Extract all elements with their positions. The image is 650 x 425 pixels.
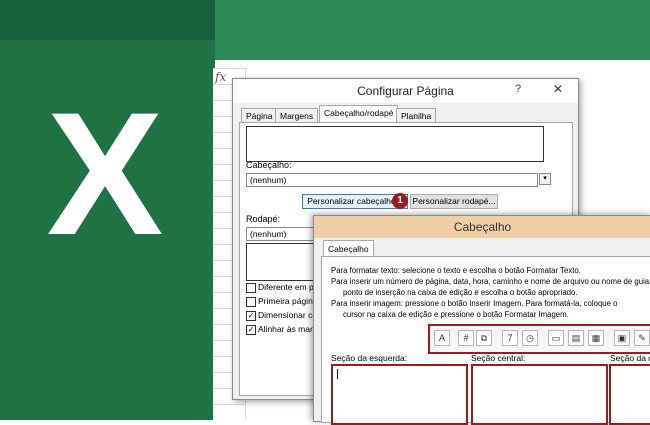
different-odd-even-checkbox[interactable] (246, 283, 256, 293)
format-text-icon[interactable]: A (434, 330, 450, 346)
header-dialog-title: Cabeçalho (453, 220, 512, 234)
left-section-input[interactable] (331, 364, 468, 425)
tab-margens[interactable]: Margens (275, 108, 319, 123)
excel-logo-x: X (46, 77, 164, 272)
instruction-line: Para inserir imagem: pressione o botão I… (331, 299, 618, 308)
date-icon[interactable]: 7 (502, 330, 518, 346)
tab-pagina[interactable]: Página (241, 108, 278, 123)
left-section-label: Seção da esquerda: (331, 353, 408, 363)
header-dialog-panel: Para formatar texto: selecione o texto e… (321, 256, 650, 425)
format-picture-icon[interactable]: ✎ (634, 330, 650, 346)
help-button[interactable]: ? (515, 83, 521, 95)
center-section-label: Seção central: (471, 353, 526, 363)
custom-footer-button[interactable]: Personalizar rodapé... (410, 194, 498, 209)
file-path-icon[interactable]: ▭ (548, 330, 564, 346)
right-section-input[interactable] (609, 364, 650, 425)
time-icon[interactable]: ◷ (522, 330, 538, 346)
header-preview (246, 126, 544, 162)
step-badge: 1 (392, 193, 408, 209)
page-setup-title: Configurar Página (357, 84, 454, 98)
text-caret (337, 369, 338, 379)
center-section-input[interactable] (471, 364, 608, 425)
excel-logo-panel (215, 0, 650, 60)
header-dialog: Cabeçalho Cabeçalho Para formatar texto:… (313, 215, 650, 425)
instruction-line: Para formatar texto: selecione o texto e… (331, 266, 581, 275)
tab-cabecalho-rodape[interactable]: Cabeçalho/rodapé (319, 105, 399, 123)
page-number-icon[interactable]: # (458, 330, 474, 346)
header-label: Cabeçalho: (246, 160, 292, 170)
close-icon[interactable]: ✕ (539, 79, 577, 99)
scale-with-document-checkbox[interactable]: ✓ (246, 311, 256, 321)
number-of-pages-icon[interactable]: ⧉ (476, 330, 492, 346)
header-toolbar: A # ⧉ 7 ◷ ▭ ▤ ▦ ▣ ✎ (428, 324, 650, 354)
header-select[interactable]: (nenhum) (246, 173, 538, 187)
instruction-line: Para inserir um número de página, data, … (331, 277, 650, 286)
instruction-line: ponto de inserção na caixa de edição e e… (343, 288, 578, 297)
excel-logo-top-band (0, 0, 215, 40)
footer-label: Rodapé: (246, 214, 281, 224)
tab-planilha[interactable]: Planilha (396, 108, 437, 123)
right-section-label: Seção da di (610, 353, 650, 363)
file-name-icon[interactable]: ▤ (568, 330, 584, 346)
tab-cabecalho[interactable]: Cabeçalho (323, 240, 374, 257)
align-with-margins-checkbox[interactable]: ✓ (246, 325, 256, 335)
chevron-down-icon[interactable]: ▾ (539, 173, 551, 185)
sheet-name-icon[interactable]: ▦ (588, 330, 604, 346)
insert-picture-icon[interactable]: ▣ (614, 330, 630, 346)
different-first-page-checkbox[interactable] (246, 297, 256, 307)
formula-fx-icon: fx (215, 70, 227, 84)
instruction-line: cursor na caixa de edição e pressione o … (343, 310, 569, 319)
